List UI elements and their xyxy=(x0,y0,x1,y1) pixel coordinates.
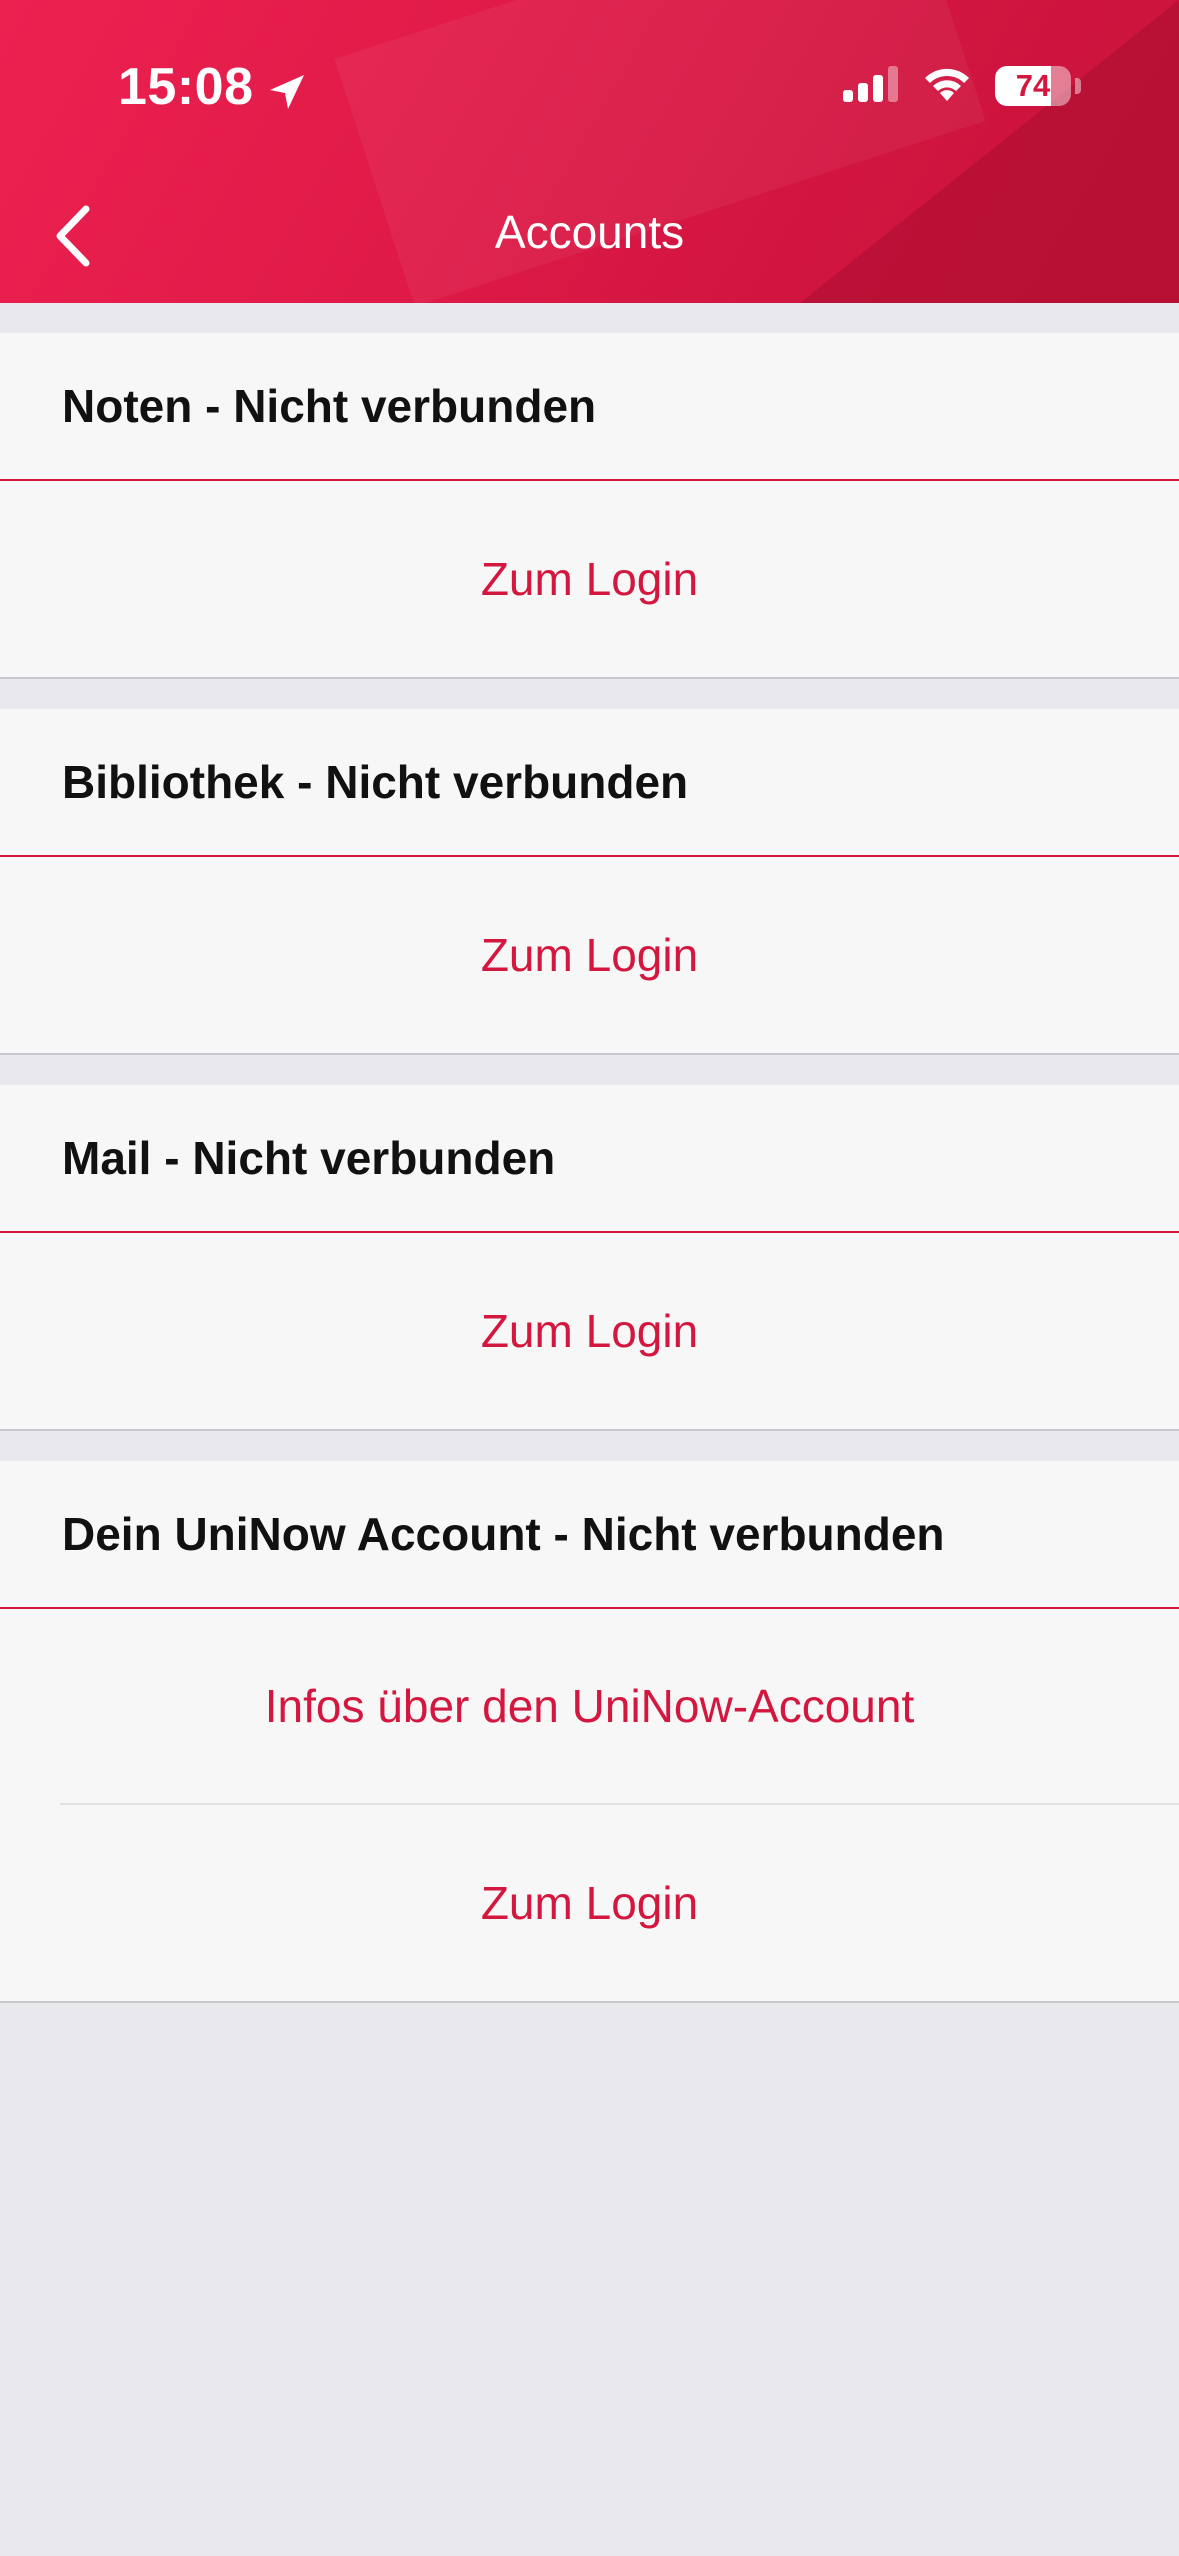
status-bar-indicators: 74 xyxy=(843,58,1081,114)
account-section: Noten - Nicht verbunden Zum Login xyxy=(0,333,1179,679)
login-button[interactable]: Zum Login xyxy=(0,1233,1179,1429)
page-title: Accounts xyxy=(494,206,685,258)
account-section: Bibliothek - Nicht verbunden Zum Login xyxy=(0,709,1179,1055)
battery-tip xyxy=(1075,78,1081,94)
battery-icon: 74 xyxy=(995,66,1071,106)
account-section: Dein UniNow Account - Nicht verbunden Inf… xyxy=(0,1461,1179,2003)
status-time-text: 15:08 xyxy=(118,58,254,116)
accounts-list: Noten - Nicht verbunden Zum Login Biblioth… xyxy=(0,303,1179,2003)
account-section-title: Mail - Nicht verbunden xyxy=(0,1085,1179,1233)
navigation-header: 15:08 74 Accounts xyxy=(0,0,1179,303)
account-section: Mail - Nicht verbunden Zum Login xyxy=(0,1085,1179,1431)
location-arrow-icon xyxy=(266,66,308,109)
wifi-icon xyxy=(921,65,973,108)
account-info-button[interactable]: Infos über den UniNow-Account xyxy=(60,1609,1179,1805)
account-section-title: Dein UniNow Account - Nicht verbunden xyxy=(0,1461,1179,1609)
login-button[interactable]: Zum Login xyxy=(0,857,1179,1053)
battery-percentage: 74 xyxy=(1015,68,1051,103)
status-bar-time: 15:08 xyxy=(118,52,308,122)
account-section-title: Bibliothek - Nicht verbunden xyxy=(0,709,1179,857)
account-section-title: Noten - Nicht verbunden xyxy=(0,333,1179,481)
login-button[interactable]: Zum Login xyxy=(0,1805,1179,2001)
cellular-signal-icon xyxy=(843,65,899,107)
login-button[interactable]: Zum Login xyxy=(0,481,1179,677)
